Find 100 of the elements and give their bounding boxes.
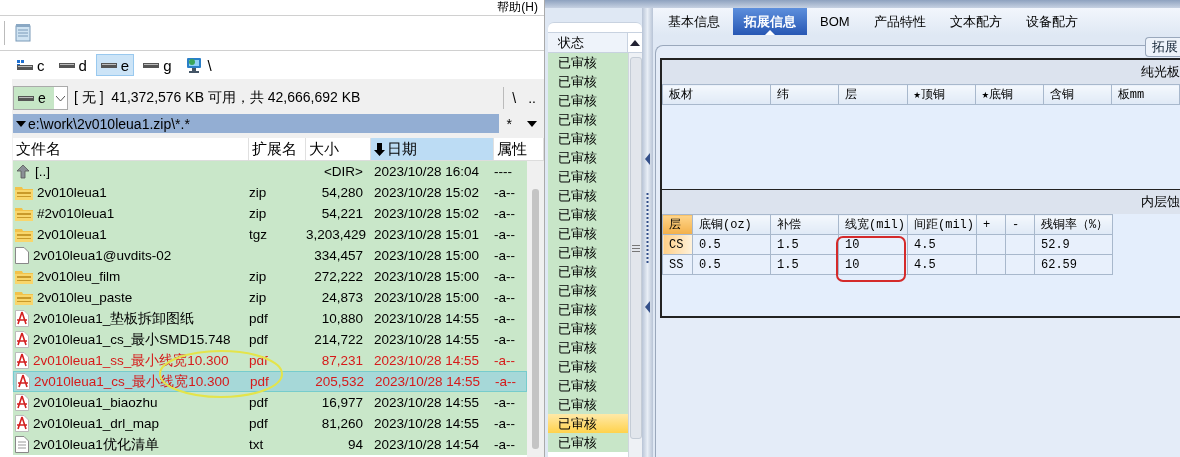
file-extension: pdf bbox=[249, 332, 268, 347]
scroll-up-icon[interactable] bbox=[630, 39, 640, 46]
drive-button[interactable]: e bbox=[95, 54, 135, 76]
status-item[interactable]: 已审核 bbox=[548, 319, 628, 338]
status-item[interactable]: 已审核 bbox=[548, 167, 628, 186]
status-item[interactable]: 已审核 bbox=[548, 395, 628, 414]
file-size: 334,457 bbox=[314, 248, 363, 263]
file-row[interactable]: [..] <DIR> 2023/10/28 16:04 ---- bbox=[13, 161, 527, 182]
status-item[interactable]: 已审核 bbox=[548, 376, 628, 395]
file-date: 2023/10/28 14:55 bbox=[375, 374, 481, 389]
column-header: 板材 bbox=[662, 84, 771, 105]
file-icon bbox=[15, 247, 29, 264]
file-size: 54,280 bbox=[321, 185, 363, 200]
network-computer-icon bbox=[185, 57, 204, 73]
status-item[interactable]: 已审核 bbox=[548, 129, 628, 148]
column-header[interactable]: 文件名 bbox=[13, 138, 249, 160]
drive-button[interactable]: d bbox=[53, 54, 92, 76]
file-size: 10,880 bbox=[321, 311, 363, 326]
status-item[interactable]: 已审核 bbox=[548, 148, 628, 167]
filter-button[interactable]: * bbox=[506, 115, 512, 132]
zip-folder-icon bbox=[15, 185, 33, 200]
pdf-file-icon bbox=[15, 352, 29, 369]
drive-button[interactable]: g bbox=[138, 54, 177, 76]
file-name: 2v010leu_paste bbox=[37, 290, 133, 305]
splitter-handle-icon[interactable] bbox=[645, 152, 650, 313]
file-date: 2023/10/28 15:02 bbox=[374, 185, 480, 200]
drive-icon bbox=[17, 60, 33, 70]
status-item[interactable]: 已审核 bbox=[548, 205, 628, 224]
file-attributes: -a-- bbox=[494, 353, 515, 368]
status-item[interactable]: 已审核 bbox=[548, 357, 628, 376]
tab[interactable]: 设备配方 bbox=[1014, 8, 1089, 35]
file-extension: zip bbox=[249, 269, 267, 284]
file-name: 2v010leua1 bbox=[37, 185, 107, 200]
file-extension: pdf bbox=[250, 374, 269, 389]
status-item[interactable]: 已审核 bbox=[548, 262, 628, 281]
row-header: SS bbox=[662, 254, 693, 275]
path-bar[interactable]: e:\work\2v010leua1.zip\*.* bbox=[13, 114, 499, 133]
highlight-frame bbox=[836, 236, 906, 282]
file-size: 272,222 bbox=[314, 269, 363, 284]
column-header: - bbox=[1005, 214, 1035, 235]
column-header[interactable]: 属性 bbox=[494, 138, 544, 160]
column-header[interactable]: 日期 bbox=[371, 138, 494, 160]
history-button[interactable] bbox=[526, 120, 537, 127]
network-button[interactable]: \ bbox=[180, 54, 217, 76]
text-file-icon bbox=[15, 436, 29, 453]
file-attributes: -a-- bbox=[494, 206, 515, 221]
column-header[interactable]: 状态 bbox=[548, 33, 628, 52]
file-row[interactable]: 2v010leua1 zip 54,280 2023/10/28 15:02 -a-- bbox=[13, 182, 527, 203]
nav-button[interactable]: \ bbox=[508, 90, 521, 106]
file-row[interactable]: #2v010leua1 zip 54,221 2023/10/28 15:02 -a-- bbox=[13, 203, 527, 224]
tab[interactable]: BOM bbox=[809, 8, 861, 35]
status-item[interactable]: 已审核 bbox=[548, 186, 628, 205]
column-header[interactable]: 扩展名 bbox=[249, 138, 306, 160]
pdf-file-icon bbox=[16, 373, 30, 390]
file-name: 2v010leua1_drl_map bbox=[33, 416, 160, 431]
file-date: 2023/10/28 15:01 bbox=[374, 227, 480, 242]
file-row[interactable]: 2v010leua1_drl_map pdf 81,260 2023/10/28 14:55 -a-- bbox=[13, 413, 527, 434]
caret-icon bbox=[16, 120, 26, 127]
help-menu[interactable]: 帮助(H) bbox=[497, 0, 538, 16]
status-item[interactable]: 已审核 bbox=[548, 243, 628, 262]
column-header: 含铜 bbox=[1043, 84, 1112, 105]
file-attributes: -a-- bbox=[495, 374, 516, 389]
file-row[interactable]: 2v010leua1 tgz 3,203,429 2023/10/28 15:01 -a-- bbox=[13, 224, 527, 245]
tab[interactable]: 产品特性 bbox=[862, 8, 937, 35]
status-item[interactable]: 已审核 bbox=[548, 414, 628, 433]
file-row[interactable]: 2v010leua1_biaozhu pdf 16,977 2023/10/28 14:55 -a-- bbox=[13, 392, 527, 413]
status-item[interactable]: 已审核 bbox=[548, 72, 628, 91]
file-date: 2023/10/28 15:00 bbox=[374, 290, 480, 305]
status-item[interactable]: 已审核 bbox=[548, 53, 628, 72]
file-row[interactable]: 2v010leua1_cs_最小SMD15.748 pdf 214,722 2023/10/28 14:55 -a-- bbox=[13, 329, 527, 350]
file-date: 2023/10/28 14:55 bbox=[374, 416, 480, 431]
status-item[interactable]: 已审核 bbox=[548, 338, 628, 357]
tab[interactable]: 拓展信息 bbox=[733, 8, 807, 35]
file-row[interactable]: 2v010leua1@uvdits-02 334,457 2023/10/28 15:00 -a-- bbox=[13, 245, 527, 266]
drive-icon bbox=[18, 93, 34, 103]
status-item[interactable]: 已审核 bbox=[548, 110, 628, 129]
file-attributes: -a-- bbox=[494, 185, 515, 200]
up-folder-icon bbox=[15, 163, 31, 180]
column-header: ★底铜 bbox=[975, 84, 1044, 105]
side-tab[interactable]: 拓展 bbox=[1145, 37, 1180, 57]
file-attributes: -a-- bbox=[494, 269, 515, 284]
file-size: 24,873 bbox=[321, 290, 363, 305]
file-row[interactable]: 2v010leu_film zip 272,222 2023/10/28 15:00 -a-- bbox=[13, 266, 527, 287]
drive-dropdown[interactable]: e bbox=[13, 86, 68, 110]
zip-folder-icon bbox=[15, 290, 33, 305]
drive-button[interactable]: c bbox=[12, 54, 50, 76]
status-item[interactable]: 已审核 bbox=[548, 91, 628, 110]
column-header: 底铜(oz) bbox=[692, 214, 771, 235]
file-extension: pdf bbox=[249, 395, 268, 410]
tab[interactable]: 文本配方 bbox=[938, 8, 1013, 35]
file-row[interactable]: 2v010leua1_垫板拆卸图纸 pdf 10,880 2023/10/28 14:55 -a-- bbox=[13, 308, 527, 329]
tab[interactable]: 基本信息 bbox=[657, 8, 731, 35]
file-row[interactable]: 2v010leua1优化清单 txt 94 2023/10/28 14:54 -a-- bbox=[13, 434, 527, 455]
scrollbar-thumb[interactable] bbox=[629, 57, 642, 439]
status-item[interactable]: 已审核 bbox=[548, 281, 628, 300]
status-item[interactable]: 已审核 bbox=[548, 224, 628, 243]
status-item[interactable]: 已审核 bbox=[548, 433, 628, 452]
nav-button[interactable]: .. bbox=[524, 90, 540, 106]
status-item[interactable]: 已审核 bbox=[548, 300, 628, 319]
file-row[interactable]: 2v010leu_paste zip 24,873 2023/10/28 15:00 -a-- bbox=[13, 287, 527, 308]
